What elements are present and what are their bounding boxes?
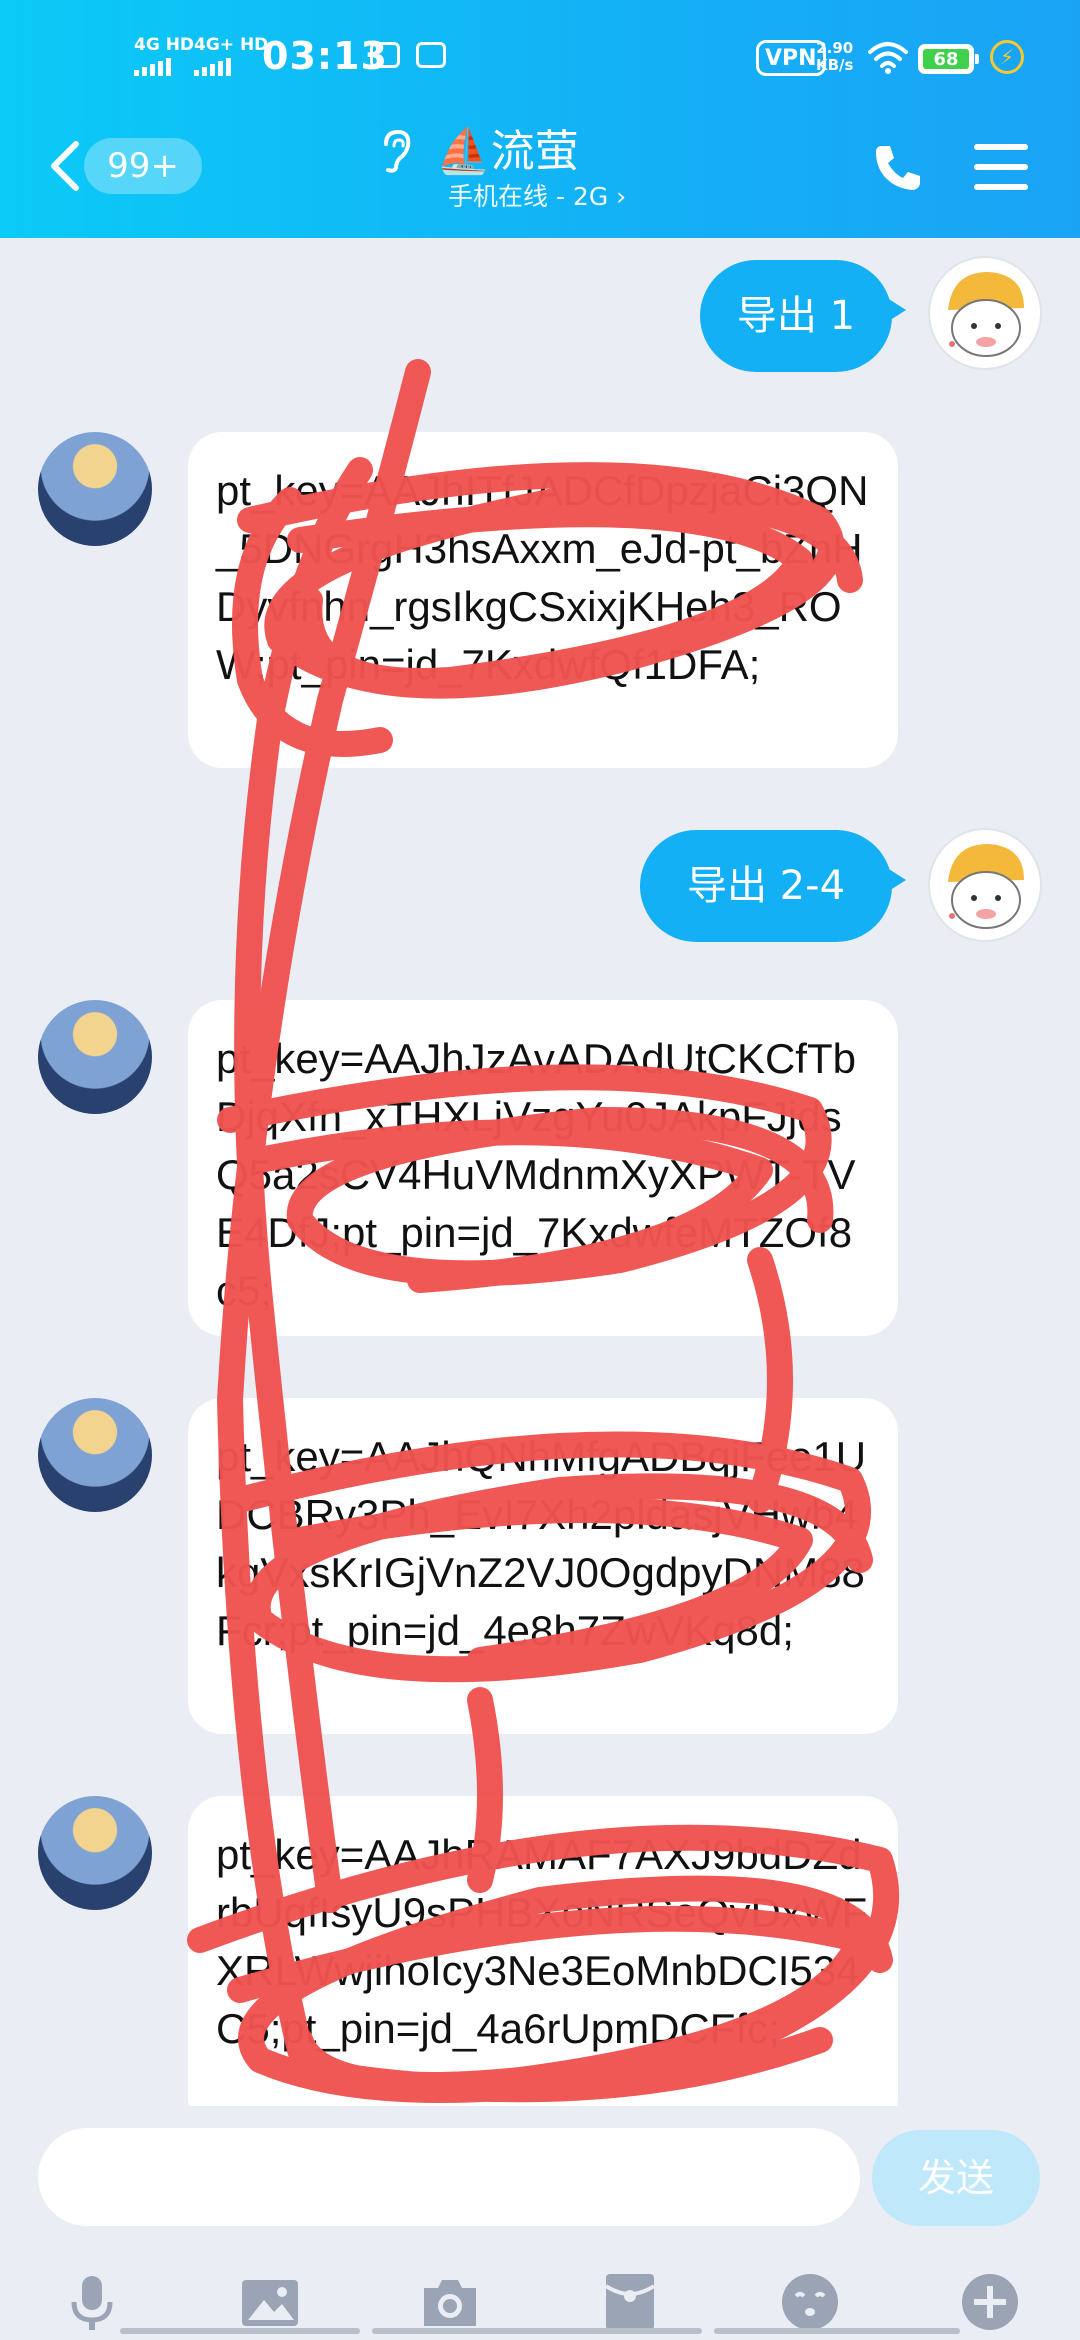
signal-bars-icon: [194, 58, 268, 76]
incoming-bubble[interactable]: pt_key=AAJhITfJADCfDpzjaCi3QN_5DNGrgH3hs…: [188, 432, 898, 768]
mail-notification-icon: [370, 42, 400, 68]
contact-name: 流萤: [490, 126, 579, 177]
camera-icon[interactable]: [420, 2272, 480, 2332]
message-row: pt_key=AAJhJzAvADAdUtCKCfTbDjqXfn_xTHXLj…: [0, 1000, 1080, 1340]
image-icon[interactable]: [240, 2272, 300, 2332]
contact-avatar[interactable]: [38, 1000, 152, 1114]
message-notification-icon: [416, 42, 446, 68]
incoming-bubble[interactable]: pt_key=AAJhQNhMfgADBqjFee1UDCBRy3Ph_EvI7…: [188, 1398, 898, 1734]
message-input[interactable]: [38, 2128, 860, 2226]
mic-icon[interactable]: [62, 2272, 122, 2332]
message-row: pt_key=AAJhITfJADCfDpzjaCi3QN_5DNGrgH3hs…: [0, 428, 1080, 768]
red-packet-icon[interactable]: [600, 2272, 660, 2332]
scroll-indicator: [120, 2328, 360, 2334]
emoji-icon[interactable]: [780, 2272, 840, 2332]
contact-avatar[interactable]: [38, 1796, 152, 1910]
speed-unit: KB/s: [816, 56, 854, 74]
outgoing-bubble[interactable]: 导出 2-4: [640, 830, 906, 942]
cartoon-avatar-icon: [948, 272, 1024, 357]
my-avatar[interactable]: [928, 828, 1042, 942]
message-row: pt_key=AAJhRAMAF7AXJ9bdDZdrbUqfIsyU9sPHB…: [0, 1796, 1080, 2106]
chat-header: 4G HD 4G+ HD 03:13 VPN 2.90 KB/s 68 ⚡ 99…: [0, 0, 1080, 238]
cartoon-avatar-icon: [948, 844, 1024, 929]
scroll-indicator: [372, 2328, 702, 2334]
message-row: 导出 1: [0, 256, 1080, 386]
back-arrow-icon[interactable]: [46, 140, 86, 192]
status-bar: 4G HD 4G+ HD 03:13 VPN 2.90 KB/s 68 ⚡: [0, 0, 1080, 120]
plus-icon[interactable]: [960, 2272, 1020, 2332]
signal-indicator-2: 4G+ HD: [194, 36, 268, 76]
message-row: pt_key=AAJhQNhMfgADBqjFee1UDCBRy3Ph_EvI7…: [0, 1398, 1080, 1738]
charging-icon: ⚡: [990, 40, 1024, 74]
incoming-bubble[interactable]: pt_key=AAJhRAMAF7AXJ9bdDZdrbUqfIsyU9sPHB…: [188, 1796, 898, 2106]
online-status[interactable]: 手机在线 - 2G ›: [448, 180, 626, 214]
sailboat-icon: ⛵: [436, 126, 491, 177]
my-avatar[interactable]: [928, 256, 1042, 370]
contact-title[interactable]: ⛵流萤: [436, 124, 579, 180]
battery-icon: 68: [918, 44, 979, 74]
menu-icon[interactable]: [974, 144, 1028, 190]
message-row: 导出 2-4: [0, 828, 1080, 958]
signal-1-label: 4G HD: [134, 35, 195, 55]
outgoing-bubble[interactable]: 导出 1: [700, 260, 906, 372]
signal-bars-icon: [134, 58, 194, 76]
scroll-indicator: [714, 2328, 960, 2334]
wifi-icon: [868, 42, 908, 74]
network-speed: 2.90 KB/s: [816, 40, 853, 74]
speed-value: 2.90: [816, 39, 854, 57]
battery-level: 68: [923, 49, 969, 70]
contact-avatar[interactable]: [38, 1398, 152, 1512]
incoming-bubble[interactable]: pt_key=AAJhJzAvADAdUtCKCfTbDjqXfn_xTHXLj…: [188, 1000, 898, 1336]
input-bar: 发送: [0, 2110, 1080, 2340]
unread-count-badge[interactable]: 99+: [84, 138, 202, 194]
contact-avatar[interactable]: [38, 432, 152, 546]
ear-icon[interactable]: [378, 128, 414, 174]
phone-call-icon[interactable]: [872, 140, 926, 194]
signal-2-label: 4G+ HD: [194, 35, 269, 55]
send-button[interactable]: 发送: [872, 2130, 1040, 2226]
signal-indicator-1: 4G HD: [134, 36, 194, 76]
